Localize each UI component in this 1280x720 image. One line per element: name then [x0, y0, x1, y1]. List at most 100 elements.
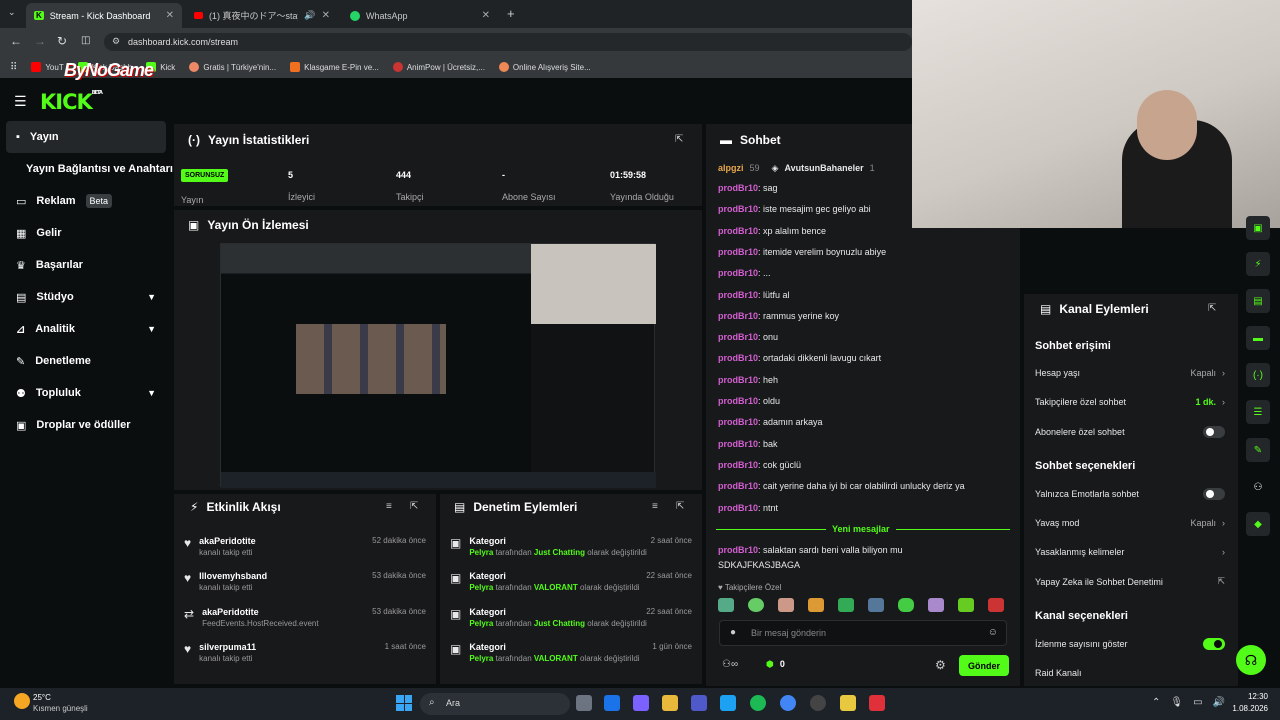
- channel-points[interactable]: ⬢ 0: [766, 659, 785, 670]
- emote-only-toggle[interactable]: [1203, 488, 1225, 500]
- emoji-icon[interactable]: ☺: [988, 627, 998, 638]
- taskbar-search[interactable]: ⌕ Ara: [420, 693, 570, 715]
- mic-icon: 🎙: [1170, 697, 1184, 708]
- app-icon[interactable]: [720, 695, 736, 711]
- status-badge: SORUNSUZ: [181, 169, 229, 182]
- activity-item: ⇄ akaPeridotite FeedEvents.HostReceived.ev…: [184, 607, 426, 628]
- copilot-icon[interactable]: [633, 695, 649, 711]
- rail-drops-icon[interactable]: ◆: [1246, 512, 1270, 536]
- stream-preview-video[interactable]: [220, 243, 656, 488]
- chat-users-icon[interactable]: ⚇∞: [722, 659, 738, 670]
- chrome-icon[interactable]: [780, 695, 796, 711]
- popout-icon[interactable]: ⇱: [676, 501, 684, 512]
- app-icon[interactable]: [869, 695, 885, 711]
- file-explorer-icon[interactable]: [662, 695, 678, 711]
- outlook-icon[interactable]: [604, 695, 620, 711]
- show-views-toggle[interactable]: [1203, 638, 1225, 650]
- viewers-stat: 5 İzleyici: [288, 170, 316, 202]
- chat-input[interactable]: ● Bir mesaj gönderin ☺: [719, 620, 1007, 646]
- send-button[interactable]: Gönder: [959, 655, 1009, 676]
- sidebar-item-basarilar[interactable]: ♛ Başarılar: [6, 249, 166, 281]
- chevron-right-icon: ›: [1222, 368, 1225, 378]
- sidebar-item-droplar[interactable]: ▣ Droplar ve ödüller: [6, 409, 166, 441]
- app-icon[interactable]: [840, 695, 856, 711]
- menu-icon[interactable]: ☰: [14, 93, 27, 110]
- ai-moderation-setting[interactable]: Yapay Zeka ile Sohbet Denetimi ⇱: [1035, 576, 1225, 587]
- popout-icon[interactable]: ⇱: [675, 134, 683, 145]
- slow-mode-setting[interactable]: Yavaş mod Kapalı ›: [1035, 518, 1225, 528]
- account-age-setting[interactable]: Hesap yaşı Kapalı ›: [1035, 368, 1225, 378]
- stats-header: (·) Yayın İstatistikleri: [188, 133, 310, 147]
- chat-settings-icon[interactable]: ⚙: [935, 658, 946, 672]
- filter-icon[interactable]: ≡: [652, 501, 658, 512]
- raid-channel-setting[interactable]: Raid Kanalı: [1035, 668, 1225, 678]
- sidebar: ▪ Yayın Yayın Bağlantısı ve Anahtarı ▭ Rek…: [0, 120, 173, 685]
- system-tray[interactable]: ⌃ 🎙 ▭ 🔊: [1152, 697, 1225, 708]
- weather-icon: [14, 693, 30, 709]
- windows-start-icon[interactable]: [396, 695, 412, 711]
- category-icon: ▣: [450, 607, 462, 621]
- tab-kick-dashboard[interactable]: K Stream - Kick Dashboard ✕: [26, 3, 182, 28]
- sidebar-toggle-icon[interactable]: ◫: [81, 35, 90, 46]
- close-tab-icon[interactable]: ✕: [482, 10, 490, 21]
- task-view-icon[interactable]: [576, 695, 592, 711]
- sidebar-item-yayin[interactable]: ▪ Yayın: [6, 121, 166, 153]
- bookmark-animpow[interactable]: AnimPow | Ücretsiz,...: [392, 62, 485, 72]
- bookmark-klasgame[interactable]: Klasgame E-Pin ve...: [290, 62, 379, 72]
- obs-icon[interactable]: [810, 695, 826, 711]
- back-icon[interactable]: ←: [10, 34, 22, 48]
- forward-icon[interactable]: →: [34, 34, 46, 48]
- chevron-right-icon: ›: [1222, 547, 1225, 557]
- preview-thumbnails: [296, 324, 446, 394]
- chat-message: prodBr10: rammus yerine koy: [718, 310, 840, 321]
- sidebar-item-analitik[interactable]: ⊿ Analitik ▼: [6, 313, 166, 345]
- rail-broadcast-icon[interactable]: (·): [1246, 363, 1270, 387]
- banned-words-setting[interactable]: Yasaklanmış kelimeler ›: [1035, 547, 1225, 557]
- new-tab-button[interactable]: +: [507, 6, 515, 21]
- clock-time[interactable]: 12:30: [1234, 692, 1268, 701]
- rail-chat-icon[interactable]: ▬: [1246, 326, 1270, 350]
- tab-whatsapp[interactable]: WhatsApp ✕: [342, 3, 498, 28]
- bookmark-youtube[interactable]: YouT: [31, 62, 64, 72]
- channel-actions-header: ▤ Kanal Eylemleri: [1040, 302, 1149, 316]
- teams-icon[interactable]: [691, 695, 707, 711]
- site-info-icon[interactable]: ⚙: [112, 36, 120, 47]
- tab-list-icon[interactable]: ⌄: [8, 7, 16, 18]
- rail-camera-icon[interactable]: ▣: [1246, 216, 1270, 240]
- wallet-icon: ▦: [16, 227, 27, 240]
- filter-icon[interactable]: ≡: [386, 501, 392, 512]
- bookmark-online-alisveris[interactable]: Online Alışveriş Site...: [498, 62, 591, 72]
- sidebar-item-reklam[interactable]: ▭ Reklam Beta: [6, 185, 166, 217]
- apps-icon[interactable]: ⠿: [10, 62, 17, 73]
- subs-only-toggle[interactable]: [1203, 426, 1225, 438]
- bookmark-gratis[interactable]: Gratis | Türkiye'nin...: [189, 62, 276, 72]
- activity-item: ♥ Illovemyhsband kanalı takip etti 53 dakik…: [184, 571, 426, 592]
- followers-only-setting[interactable]: Takipçilere özel sohbet 1 dk. ›: [1035, 397, 1225, 407]
- search-icon: ⌕: [429, 697, 435, 708]
- close-tab-icon[interactable]: ✕: [166, 10, 174, 21]
- sidebar-item-stream-key[interactable]: Yayın Bağlantısı ve Anahtarı: [6, 153, 173, 185]
- badge-icon: ◈: [771, 163, 779, 173]
- rail-doc-icon[interactable]: ▤: [1246, 289, 1270, 313]
- sidebar-item-gelir[interactable]: ▦ Gelir: [6, 217, 166, 249]
- chat-message: prodBr10: ...: [718, 268, 771, 279]
- emote-row[interactable]: [718, 598, 1008, 614]
- sidebar-item-studyo[interactable]: ▤ Stüdyo ▼: [6, 281, 166, 313]
- speaker-icon[interactable]: 🔊: [304, 10, 315, 21]
- rail-bolt-icon[interactable]: ⚡: [1246, 252, 1270, 276]
- sidebar-item-denetleme[interactable]: ✎ Denetleme: [6, 345, 166, 377]
- tab-youtube[interactable]: (1) 真夜中のドア〜stay with m 🔊 ✕: [186, 3, 338, 28]
- help-fab-icon[interactable]: ☊: [1236, 645, 1266, 675]
- url-field[interactable]: ⚙ dashboard.kick.com/stream: [104, 33, 912, 51]
- popout-icon[interactable]: ⇱: [1208, 303, 1216, 314]
- popout-icon[interactable]: ⇱: [410, 501, 418, 512]
- spotify-icon[interactable]: [750, 695, 766, 711]
- sidebar-item-topluluk[interactable]: ⚉ Topluluk ▼: [6, 377, 166, 409]
- weather-temp[interactable]: 25°C: [33, 693, 51, 702]
- rail-wrench-icon[interactable]: ✎: [1246, 438, 1270, 462]
- rail-list-icon[interactable]: ☰: [1246, 400, 1270, 424]
- kick-logo[interactable]: KICKBETA: [40, 90, 103, 114]
- reload-icon[interactable]: ↻: [57, 34, 67, 48]
- rail-users-icon[interactable]: ⚇: [1246, 475, 1270, 499]
- close-tab-icon[interactable]: ✕: [322, 10, 330, 21]
